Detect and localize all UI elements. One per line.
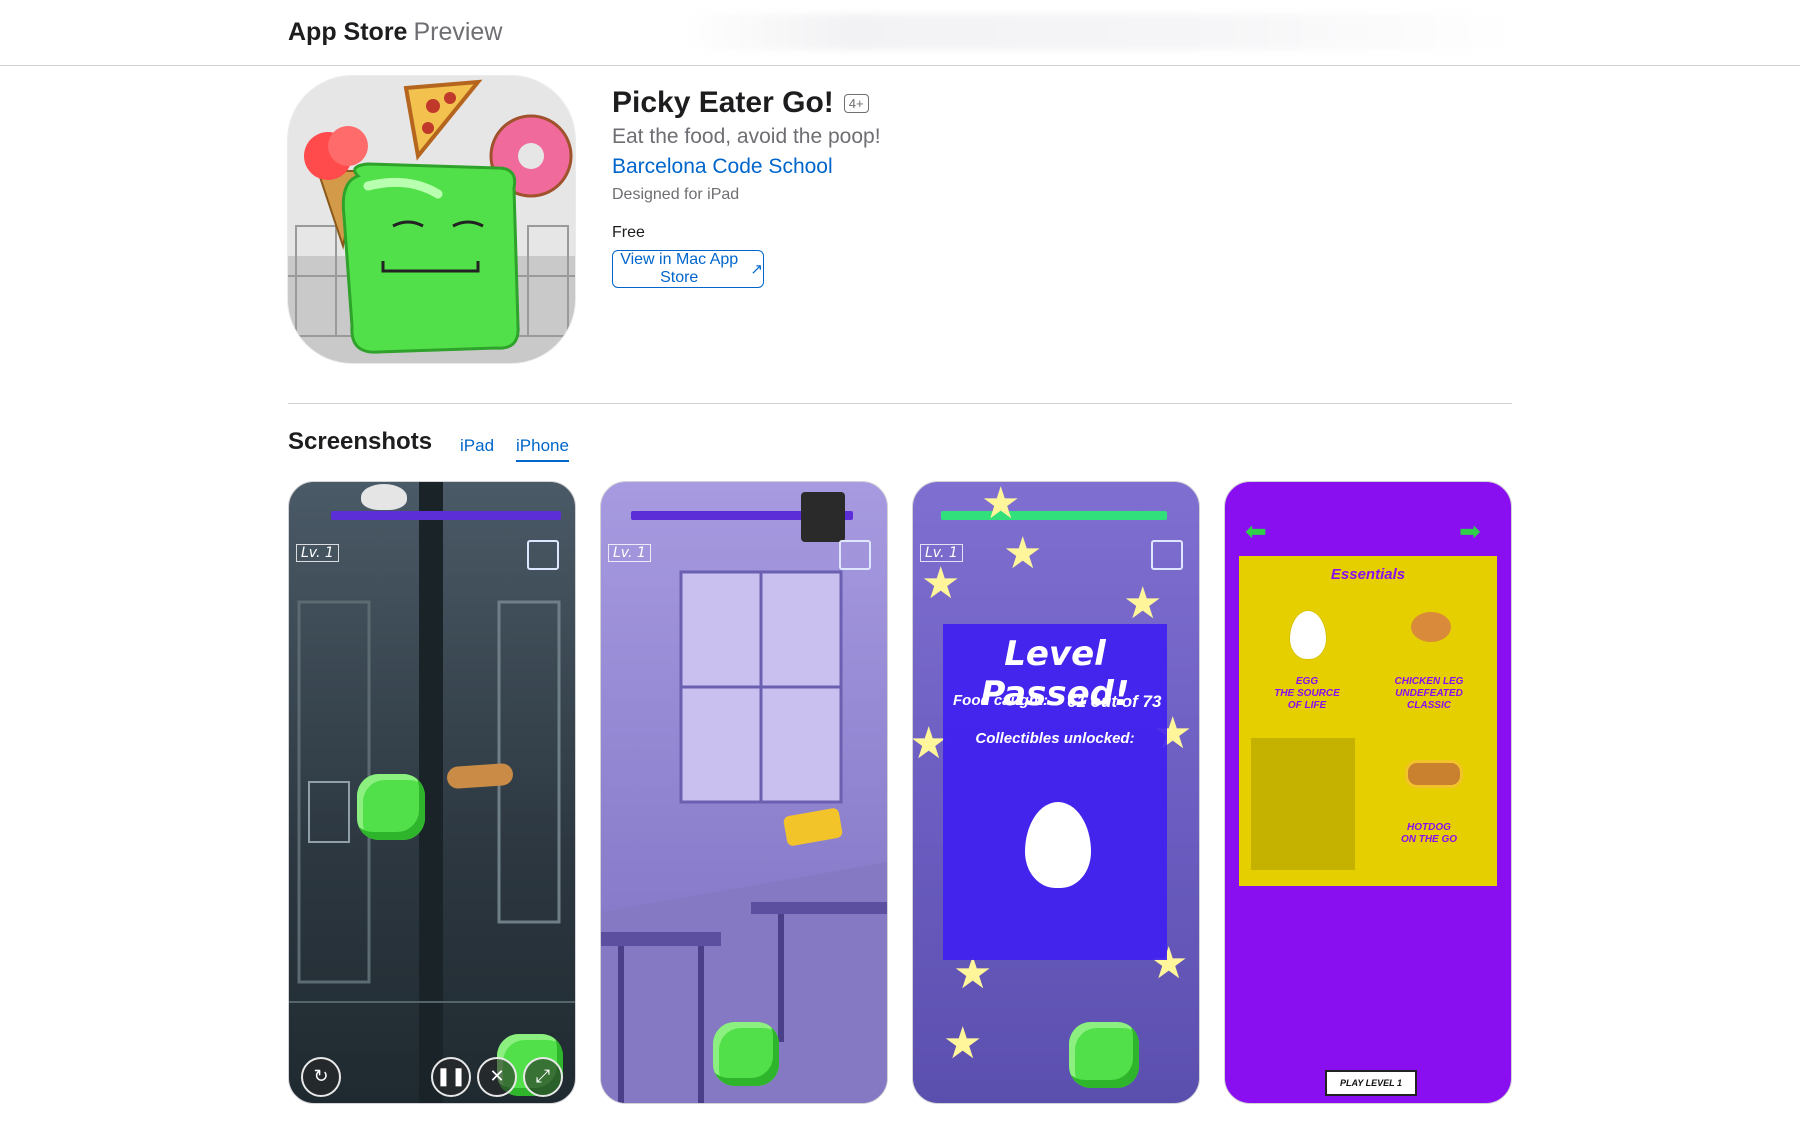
level-label: Lv. 1	[608, 544, 651, 562]
progress-bar	[941, 511, 1167, 520]
egg-caption: EGG THE SOURCE OF LIFE	[1249, 676, 1365, 712]
brand-app-store: App Store	[288, 18, 408, 46]
app-title: Picky Eater Go!	[612, 86, 834, 119]
star-decoration: ★	[943, 1019, 983, 1068]
locked-item-slot	[1251, 738, 1355, 870]
play-level-button[interactable]: PLAY LEVEL 1	[1325, 1070, 1417, 1096]
mouse-sprite	[361, 484, 407, 510]
collectibles-label: Collectibles unlocked:	[975, 730, 1135, 747]
essentials-heading: Essentials	[1330, 566, 1406, 583]
hotdog-icon	[1405, 760, 1463, 788]
slime-player	[713, 1022, 779, 1086]
food-caught-label: Food caught:	[953, 692, 1048, 709]
caption-line: EGG	[1295, 676, 1319, 687]
star-decoration: ★	[921, 559, 961, 608]
caption-line: ON THE GO	[1400, 834, 1458, 845]
app-title-row: Picky Eater Go! 4+	[612, 86, 869, 120]
chicken-leg-caption: CHICKEN LEG UNDEFEATED CLASSIC	[1371, 676, 1487, 712]
screenshot-2[interactable]: Lv. 1	[600, 481, 888, 1104]
top-bar: App Store Preview	[0, 0, 1800, 66]
caption-line: CHICKEN LEG	[1394, 676, 1464, 687]
caption-line: CLASSIC	[1407, 700, 1451, 711]
tab-ipad[interactable]: iPad	[460, 436, 494, 460]
view-in-mac-app-store-button[interactable]: View in Mac App Store ↗	[612, 250, 764, 288]
star-decoration: ★	[1003, 529, 1043, 578]
tab-iphone[interactable]: iPhone	[516, 436, 569, 462]
price-label: Free	[612, 224, 645, 241]
mute-icon[interactable]: ✕	[477, 1057, 517, 1097]
slime-player	[357, 774, 425, 840]
external-link-icon: ↗	[750, 261, 763, 278]
level-label: Lv. 1	[296, 544, 339, 562]
pause-icon[interactable]: ❚❚	[431, 1057, 471, 1097]
blurred-nav-area	[680, 14, 1520, 50]
subway-background	[289, 482, 575, 1103]
chicken-leg-icon	[1411, 612, 1451, 642]
screenshot-4[interactable]: ⬅ ➡ Essentials EGG THE SOURCE OF LIFE CH…	[1224, 481, 1512, 1104]
screenshots-heading: Screenshots	[288, 428, 433, 455]
classroom-background	[601, 570, 887, 1103]
app-icon	[288, 76, 575, 363]
next-arrow-icon[interactable]: ➡	[1459, 516, 1481, 547]
caption-line: OF LIFE	[1287, 700, 1327, 711]
food-caught-value: 61 out of 73	[1067, 692, 1162, 711]
screenshot-1[interactable]: Lv. 1 ↻ ❚❚ ✕ ⤢	[288, 481, 576, 1104]
app-icon-artwork	[288, 76, 575, 363]
screenshot-3[interactable]: Lv. 1 ★ ★ ★ ★ ★ ★ ★ ★ ★ Level Passed! Fo…	[912, 481, 1200, 1104]
age-rating-badge: 4+	[843, 93, 869, 113]
caption-line: UNDEFEATED	[1395, 688, 1463, 699]
star-decoration: ★	[1123, 579, 1163, 628]
section-divider	[288, 403, 1512, 404]
progress-bar	[331, 511, 561, 520]
developer-link[interactable]: Barcelona Code School	[612, 155, 833, 179]
slime-player	[1069, 1022, 1139, 1088]
hotdog-caption: HOTDOG ON THE GO	[1371, 822, 1487, 846]
mac-store-button-label: View in Mac App Store	[620, 251, 739, 286]
app-store-preview-logo[interactable]: App Store Preview	[288, 18, 502, 47]
brand-preview: Preview	[413, 18, 503, 46]
chair-sprite	[801, 492, 845, 542]
app-subtitle: Eat the food, avoid the poop!	[612, 125, 881, 148]
star-decoration: ★	[981, 481, 1021, 528]
caption-line: HOTDOG	[1407, 822, 1451, 833]
egg-icon	[1289, 610, 1327, 660]
burrito-sprite	[446, 762, 514, 790]
prev-arrow-icon[interactable]: ⬅	[1245, 516, 1267, 547]
restart-icon[interactable]: ↻	[301, 1057, 341, 1097]
caption-line: THE SOURCE	[1274, 688, 1340, 699]
home-icon[interactable]	[839, 540, 871, 570]
home-icon[interactable]	[527, 540, 559, 570]
fullscreen-icon[interactable]: ⤢	[523, 1057, 563, 1097]
designed-for-label: Designed for iPad	[612, 186, 740, 203]
home-icon[interactable]	[1151, 540, 1183, 570]
